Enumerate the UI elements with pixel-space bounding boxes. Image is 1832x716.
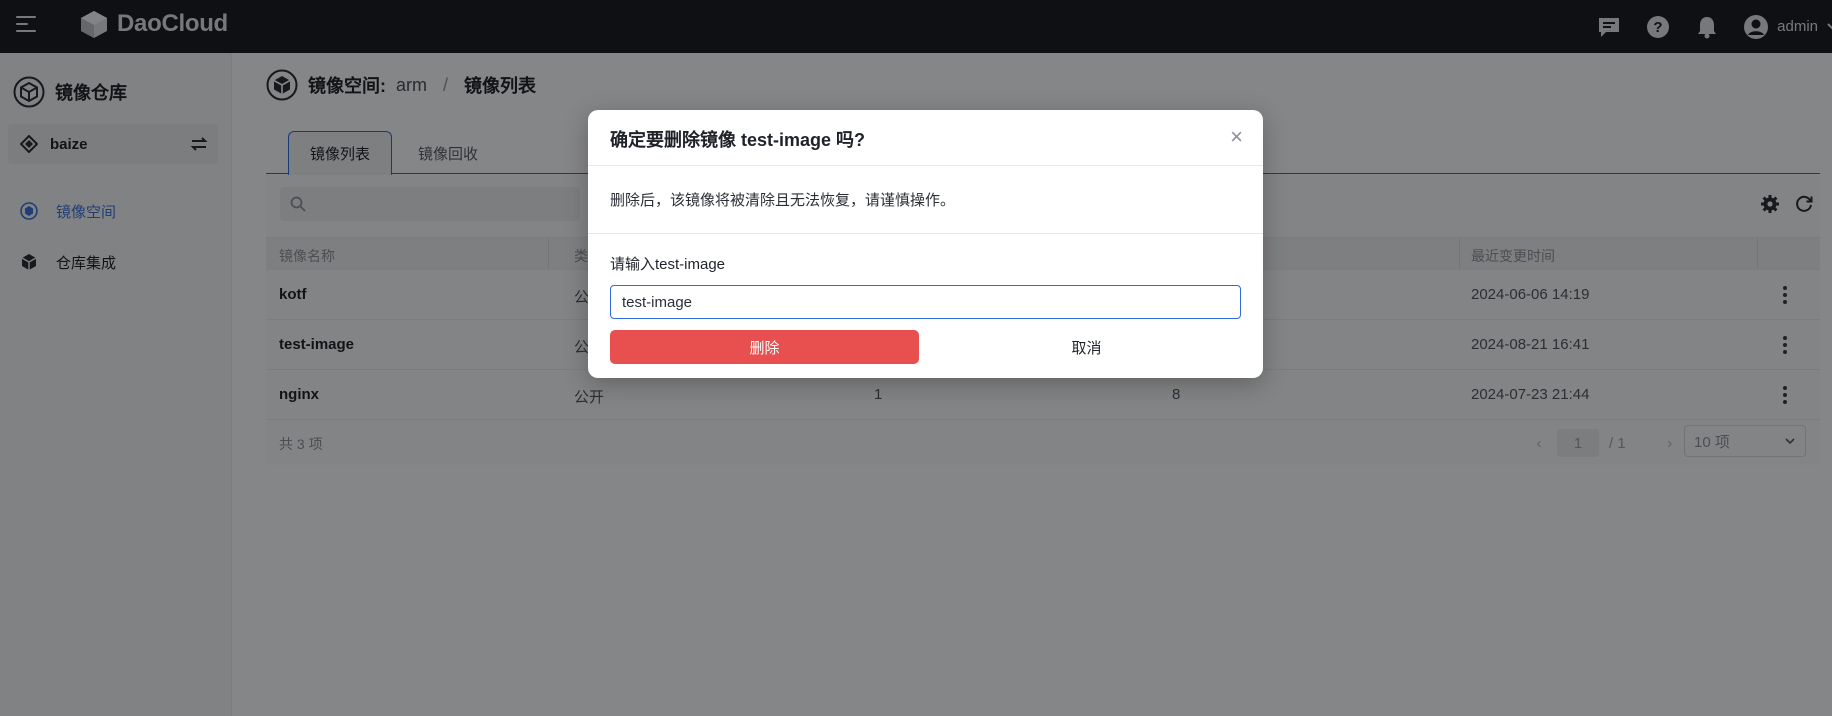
dialog-divider bbox=[588, 165, 1263, 166]
delete-image-dialog: 确定要删除镜像 test-image 吗? × 删除后，该镜像将被清除且无法恢复… bbox=[588, 110, 1263, 378]
dialog-description: 删除后，该镜像将被清除且无法恢复，请谨慎操作。 bbox=[610, 192, 956, 209]
close-icon[interactable]: × bbox=[1230, 126, 1243, 148]
dialog-divider bbox=[588, 233, 1263, 234]
cancel-button[interactable]: 取消 bbox=[932, 330, 1241, 364]
dialog-title: 确定要删除镜像 test-image 吗? bbox=[610, 130, 866, 150]
confirm-name-input[interactable] bbox=[610, 285, 1241, 319]
confirm-input-label: 请输入test-image bbox=[610, 256, 726, 273]
delete-button[interactable]: 删除 bbox=[610, 330, 919, 364]
